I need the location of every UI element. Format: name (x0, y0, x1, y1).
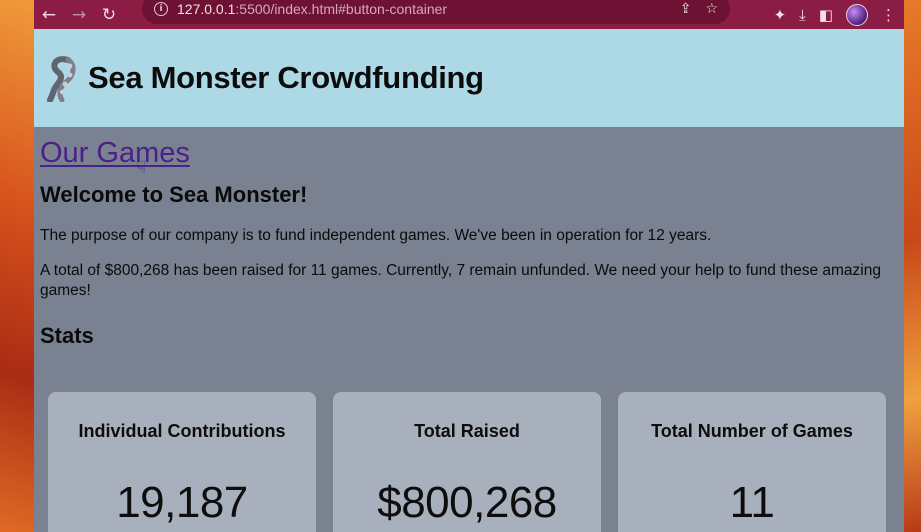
desktop-wallpaper-right (904, 0, 921, 532)
forward-button[interactable]: → (64, 0, 94, 29)
bookmark-star-icon[interactable]: ☆ (705, 1, 718, 17)
stat-card-contributions: Individual Contributions 19,187 (48, 392, 316, 532)
site-info-icon[interactable]: i (154, 2, 168, 16)
tentacle-logo-icon (47, 56, 76, 102)
stat-card-total-raised: Total Raised $800,268 (333, 392, 601, 532)
our-games-link[interactable]: Our Games ☟ (40, 137, 190, 177)
stat-label: Total Number of Games (651, 421, 853, 441)
stat-value: 11 (729, 478, 775, 527)
desktop-wallpaper-left (0, 0, 34, 532)
browser-toolbar: ← → ↻ i 127.0.0.1:5500/index.html#button… (34, 0, 904, 29)
site-title: Sea Monster Crowdfunding (88, 60, 484, 95)
extensions-icon[interactable]: ✦ (774, 6, 787, 24)
welcome-heading: Welcome to Sea Monster! (40, 182, 308, 207)
more-menu-icon[interactable]: ⋮ (881, 6, 896, 24)
browser-window: ← → ↻ i 127.0.0.1:5500/index.html#button… (34, 0, 904, 532)
address-bar[interactable]: i 127.0.0.1:5500/index.html#button-conta… (142, 0, 730, 24)
stats-cards: Individual Contributions 19,187 Total Ra… (48, 392, 886, 532)
arrow-left-icon: ← (41, 4, 57, 25)
summary-paragraph: A total of $800,268 has been raised for … (40, 262, 881, 299)
hand-pointer-cursor-icon: ☟ (136, 158, 147, 177)
stat-label: Individual Contributions (78, 421, 286, 441)
main-content: Our Games ☟ Welcome to Sea Monster! The … (34, 127, 904, 349)
arrow-right-icon: → (71, 4, 87, 25)
back-button[interactable]: ← (34, 0, 64, 29)
reload-button[interactable]: ↻ (94, 0, 124, 29)
intro-paragraph: The purpose of our company is to fund in… (40, 227, 712, 244)
share-icon[interactable]: ⇪ (680, 1, 692, 17)
stat-label: Total Raised (414, 421, 520, 441)
stat-value: 19,187 (116, 478, 248, 527)
download-icon[interactable]: ⤓ (799, 6, 806, 24)
profile-avatar[interactable] (846, 3, 868, 26)
stats-heading: Stats (40, 323, 94, 348)
reload-icon: ↻ (101, 4, 117, 25)
url-text: 127.0.0.1:5500/index.html#button-contain… (177, 1, 448, 17)
stat-value: $800,268 (377, 478, 557, 527)
stat-card-number-of-games: Total Number of Games 11 (618, 392, 886, 532)
site-header: Sea Monster Crowdfunding (34, 29, 904, 127)
side-panel-icon[interactable]: ◧ (819, 6, 833, 24)
